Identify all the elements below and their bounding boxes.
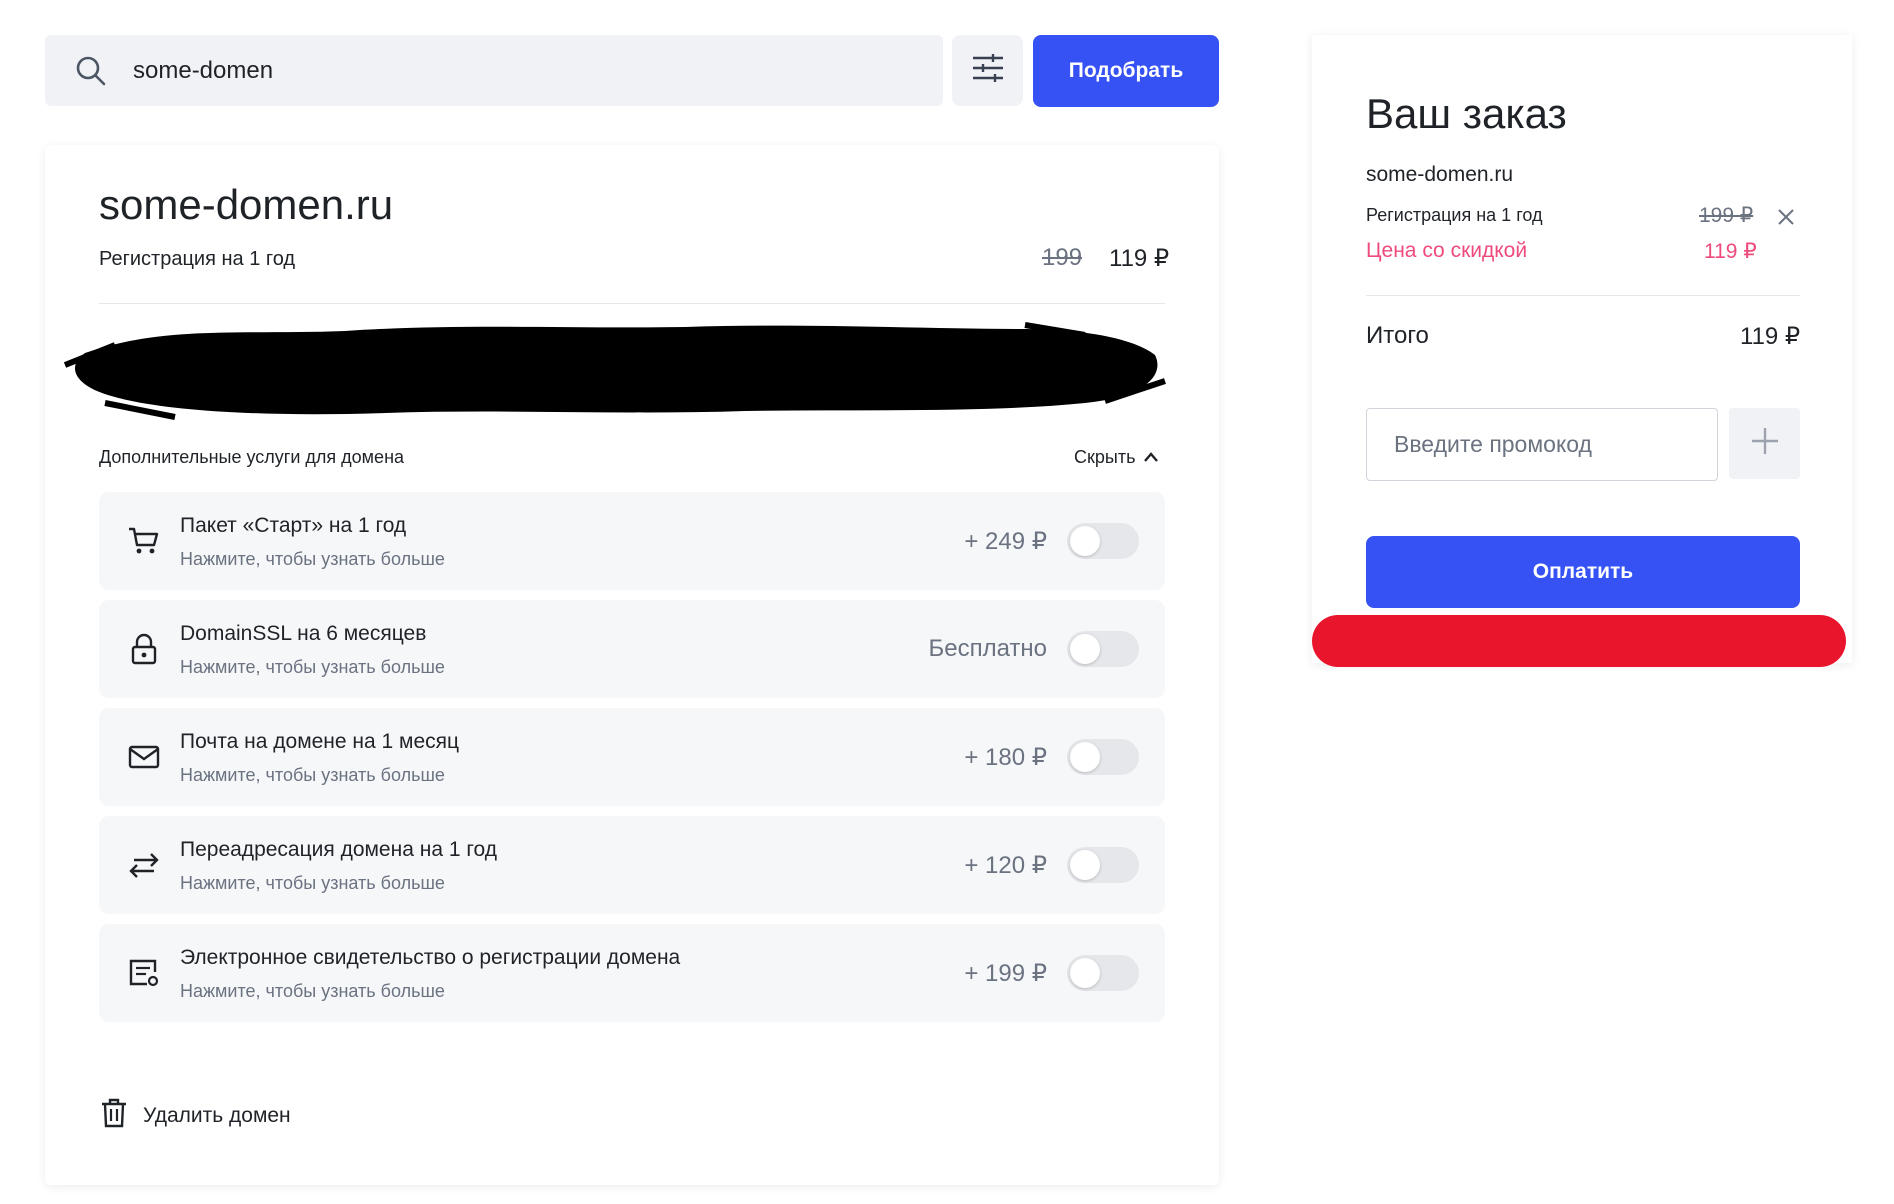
service-title: Почта на домене на 1 месяц <box>180 730 460 753</box>
service-start-package[interactable]: Пакет «Старт» на 1 год Нажмите, чтобы уз… <box>99 492 1165 590</box>
service-toggle[interactable] <box>1067 955 1139 991</box>
service-subtitle: Нажмите, чтобы узнать больше <box>180 765 445 785</box>
service-toggle[interactable] <box>1067 739 1139 775</box>
registration-label: Регистрация на 1 год <box>99 248 296 270</box>
extra-services-label: Дополнительные услуги для домена <box>99 447 405 467</box>
total-label: Итого <box>1366 322 1429 349</box>
chevron-up-icon <box>1143 447 1159 468</box>
service-toggle[interactable] <box>1067 631 1139 667</box>
service-price: Бесплатно <box>928 635 1047 662</box>
redaction-scribble <box>63 322 1166 420</box>
search-bar <box>45 35 943 106</box>
filter-button[interactable] <box>952 35 1023 106</box>
pick-button[interactable]: Подобрать <box>1033 35 1219 107</box>
old-price: 199 <box>1042 244 1083 271</box>
service-price: + 249 ₽ <box>964 528 1047 555</box>
service-toggle[interactable] <box>1067 847 1139 883</box>
service-redirect[interactable]: Переадресация домена на 1 год Нажмите, ч… <box>99 816 1165 914</box>
total-price: 119 ₽ <box>1740 323 1801 350</box>
domain-search-input[interactable] <box>131 55 835 86</box>
hide-toggle[interactable]: Скрыть <box>1074 447 1159 468</box>
service-subtitle: Нажмите, чтобы узнать больше <box>180 981 445 1001</box>
service-price: + 199 ₽ <box>964 960 1047 987</box>
service-price: + 120 ₽ <box>964 852 1047 879</box>
service-price: + 180 ₽ <box>964 744 1047 771</box>
service-subtitle: Нажмите, чтобы узнать больше <box>180 873 445 893</box>
red-redaction-bar <box>1312 615 1846 667</box>
sliders-icon <box>971 53 1005 88</box>
apply-promo-button[interactable] <box>1729 408 1800 479</box>
pay-button[interactable]: Оплатить <box>1366 536 1800 608</box>
service-title: Переадресация домена на 1 год <box>180 838 498 861</box>
service-title: Электронное свидетельство о регистрации … <box>180 946 681 969</box>
search-icon <box>73 53 109 89</box>
service-title: Пакет «Старт» на 1 год <box>180 514 407 537</box>
certificate-icon <box>127 956 161 990</box>
mail-icon <box>127 740 161 774</box>
new-price: 119 ₽ <box>1109 245 1170 272</box>
service-domainssl[interactable]: DomainSSL на 6 месяцев Нажмите, чтобы уз… <box>99 600 1165 698</box>
hide-label: Скрыть <box>1074 447 1136 467</box>
trash-icon <box>101 1098 127 1134</box>
cart-icon <box>127 524 161 558</box>
divider <box>99 303 1165 304</box>
delete-label: Удалить домен <box>143 1104 291 1127</box>
redirect-arrows-icon <box>127 848 161 882</box>
close-icon[interactable] <box>1774 205 1798 229</box>
service-toggle[interactable] <box>1067 523 1139 559</box>
discount-label: Цена со скидкой <box>1366 239 1528 262</box>
service-subtitle: Нажмите, чтобы узнать больше <box>180 657 445 677</box>
order-registration-label: Регистрация на 1 год <box>1366 205 1543 225</box>
service-mail[interactable]: Почта на домене на 1 месяц Нажмите, чтоб… <box>99 708 1165 806</box>
delete-domain-button[interactable]: Удалить домен <box>101 1098 291 1134</box>
order-summary-card: Ваш заказ some-domen.ru Регистрация на 1… <box>1312 35 1852 663</box>
order-title: Ваш заказ <box>1366 90 1567 137</box>
divider <box>1366 295 1800 296</box>
discount-price: 119 ₽ <box>1704 240 1757 263</box>
domain-card: some-domen.ru Регистрация на 1 год 199 1… <box>45 145 1219 1185</box>
service-title: DomainSSL на 6 месяцев <box>180 622 427 645</box>
lock-icon <box>127 632 161 666</box>
order-domain: some-domen.ru <box>1366 163 1514 186</box>
service-certificate[interactable]: Электронное свидетельство о регистрации … <box>99 924 1165 1022</box>
promo-code-input[interactable] <box>1366 408 1718 481</box>
domain-title: some-domen.ru <box>99 181 394 228</box>
service-subtitle: Нажмите, чтобы узнать больше <box>180 549 445 569</box>
order-old-price: 199 ₽ <box>1699 204 1754 227</box>
plus-icon <box>1750 426 1780 461</box>
